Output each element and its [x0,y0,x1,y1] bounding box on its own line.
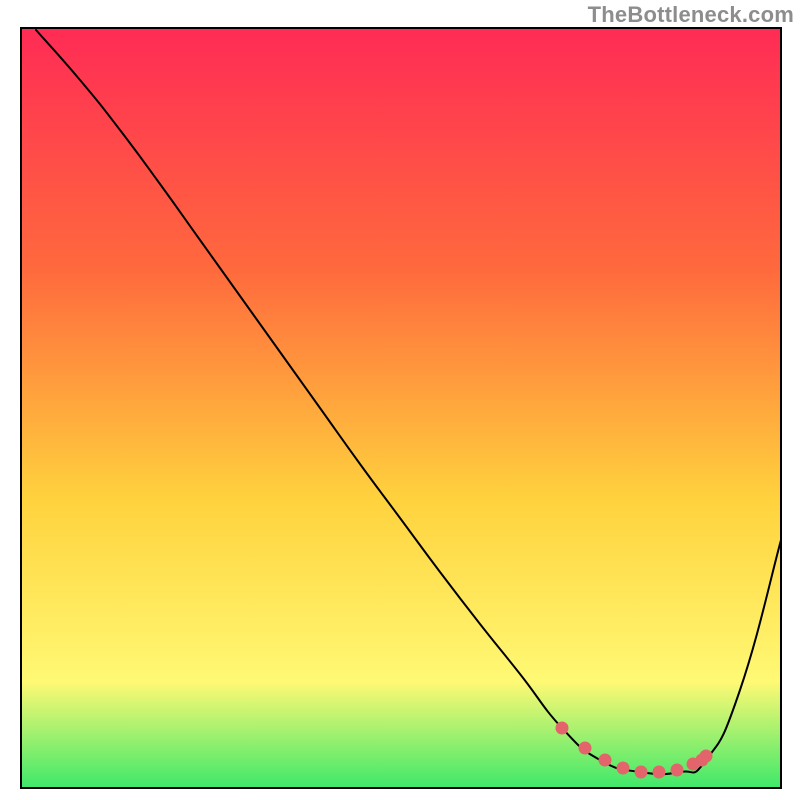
trough-dot [579,742,592,755]
trough-dot [635,766,648,779]
trough-dot [599,754,612,767]
trough-dot [556,722,569,735]
gradient-background [21,28,781,788]
chart-stage: TheBottleneck.com [0,0,800,800]
trough-dot [653,766,666,779]
bottleneck-chart [0,0,800,800]
trough-dot [700,750,713,763]
trough-dot [671,764,684,777]
watermark-text: TheBottleneck.com [588,2,794,28]
trough-dot [617,762,630,775]
